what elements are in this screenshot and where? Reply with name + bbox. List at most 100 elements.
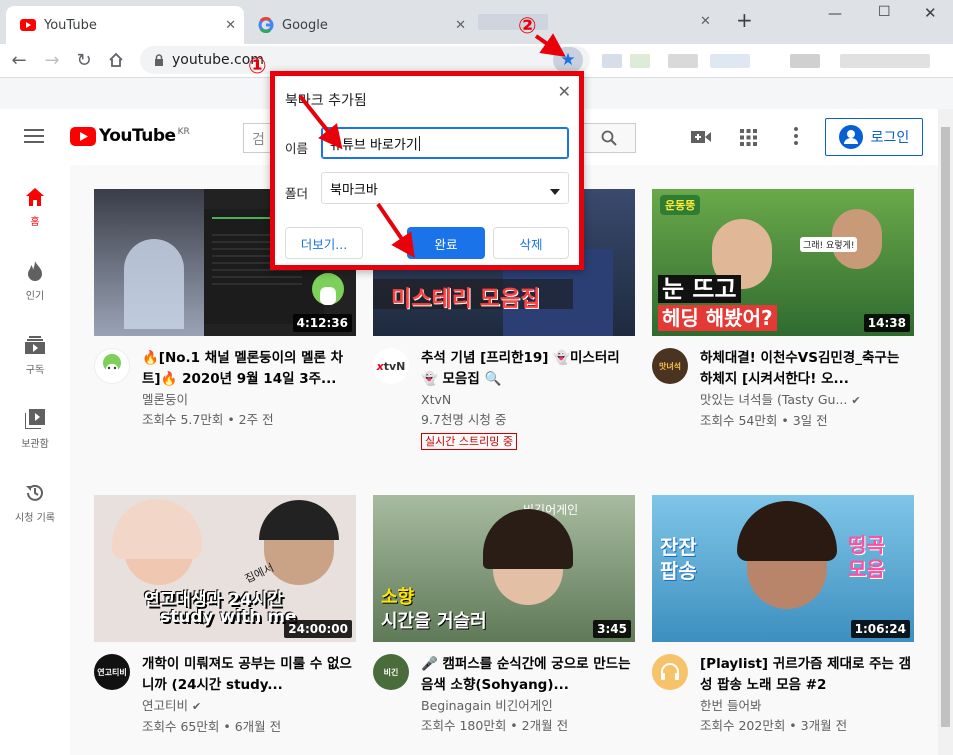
channel-name-text: 연고티비	[142, 698, 189, 713]
forward-icon[interactable]: →	[38, 46, 66, 74]
video-title[interactable]: 개학이 미뤄져도 공부는 미룰 수 없으니까 (24시간 study...	[142, 654, 356, 696]
sidebar-label: 보관함	[21, 439, 49, 450]
thumbnail-text: 헤딩 해봤어?	[658, 305, 777, 331]
blurred-extension	[710, 54, 750, 68]
folder-value: 북마크바	[330, 182, 378, 198]
blurred-extension	[790, 54, 820, 68]
sidebar-item-home[interactable]: 홈	[0, 187, 70, 228]
video-title[interactable]: [Playlist] 귀르가즘 제대로 주는 갬성 팝송 노래 모음 #2	[700, 654, 914, 696]
video-card[interactable]: 운동뚱 그래! 요렇게! 눈 뜨고 헤딩 해봤어? 14:38 맛녀석 하체대결…	[652, 189, 914, 431]
dialog-title: 북마크 추가됨	[285, 93, 367, 109]
blurred-extension	[630, 54, 650, 68]
tab-close-icon[interactable]: ✕	[225, 18, 236, 33]
youtube-logo[interactable]: YouTube KR	[70, 127, 190, 146]
login-label: 로그인	[870, 130, 910, 146]
sidebar-item-library[interactable]: 보관함	[0, 409, 70, 450]
channel-avatar[interactable]: x tvN	[373, 348, 409, 384]
browser-tab-strip: YouTube ✕ Google ✕ ✕ + — ☐ ✕	[0, 0, 953, 44]
apps-icon[interactable]	[740, 129, 757, 150]
video-thumbnail[interactable]: 운동뚱 그래! 요렇게! 눈 뜨고 헤딩 해봤어? 14:38	[652, 189, 914, 336]
channel-avatar[interactable]	[652, 654, 688, 690]
minimize-button[interactable]: —	[828, 6, 842, 22]
search-button[interactable]	[582, 123, 636, 153]
tab-google[interactable]: Google ✕	[244, 6, 474, 44]
channel-name[interactable]: 맛있는 녀석들 (Tasty Gu... ✔	[700, 390, 914, 411]
scrollbar-thumb[interactable]	[941, 127, 950, 727]
fire-icon	[28, 261, 42, 281]
tab-youtube[interactable]: YouTube ✕	[6, 6, 244, 44]
channel-name-text: 맛있는 녀석들 (Tasty Gu...	[700, 392, 848, 407]
maximize-button[interactable]: ☐	[878, 4, 891, 20]
channel-name[interactable]: 멜론둥이	[142, 390, 356, 410]
close-icon[interactable]: ✕	[558, 82, 571, 101]
video-title[interactable]: 🔥[No.1 채널 멜론둥이의 멜론 차트]🔥 2020년 9월 14일 3주.…	[142, 348, 356, 390]
tab-close-icon[interactable]: ✕	[455, 18, 466, 33]
thumbnail-text: 소향	[381, 587, 415, 608]
done-button[interactable]: 완료	[407, 227, 485, 259]
tab-close-icon[interactable]: ✕	[700, 14, 711, 29]
more-button[interactable]: 더보기...	[285, 227, 363, 259]
video-views: 조회수 202만회 • 3개월 전	[700, 718, 848, 733]
channel-avatar[interactable]: 연고티비	[94, 654, 130, 690]
menu-icon[interactable]	[24, 128, 44, 148]
blurred-extension	[840, 54, 930, 68]
channel-name[interactable]: XtvN	[421, 390, 635, 410]
verified-icon: ✔	[192, 700, 202, 713]
bookmark-dialog: 북마크 추가됨 ✕ 이름 유튜브 바로가기 폴더 북마크바 더보기... 완료 …	[270, 71, 584, 270]
home-icon	[26, 188, 44, 206]
home-button-icon[interactable]	[102, 46, 130, 74]
window-close-button[interactable]: ✕	[924, 4, 937, 22]
video-title[interactable]: 추석 기념 [프리한19] 👻미스터리👻 모음집 🔍	[421, 348, 635, 390]
video-title[interactable]: 🎤 캠퍼스를 순식간에 궁으로 만드는 음색 소향(Sohyang)...	[421, 654, 635, 696]
blurred-extension	[668, 54, 698, 68]
channel-avatar[interactable]: 맛녀석	[652, 348, 688, 384]
new-tab-button[interactable]: +	[736, 8, 753, 32]
back-icon[interactable]: ←	[5, 46, 33, 74]
channel-avatar[interactable]: 비긴	[373, 654, 409, 690]
library-icon	[25, 409, 45, 429]
channel-name[interactable]: 연고티비 ✔	[142, 696, 356, 717]
settings-more-icon[interactable]	[794, 127, 798, 149]
folder-select[interactable]: 북마크바	[321, 172, 569, 204]
video-duration: 3:45	[593, 620, 631, 638]
bookmark-star-icon[interactable]: ★	[553, 47, 583, 73]
video-duration: 4:12:36	[292, 314, 352, 332]
channel-name[interactable]: Beginagain 비긴어게인	[421, 696, 635, 716]
thumbnail-note: 집에서	[242, 561, 276, 586]
sidebar-label: 시청 기록	[15, 513, 55, 524]
create-video-icon[interactable]	[691, 129, 711, 148]
video-thumbnail[interactable]: 잔잔 팝송 띵곡 모음 1:06:24	[652, 495, 914, 642]
thumbnail-text: 띵곡 모음	[848, 533, 885, 581]
video-title[interactable]: 하체대결! 이천수VS김민경_축구는 하체지 [시켜서한다! 오...	[700, 348, 914, 390]
channel-name[interactable]: 한번 들어봐	[700, 696, 914, 716]
video-views: 조회수 180만회 • 2개월 전	[421, 718, 569, 733]
video-thumbnail[interactable]: 비긴어게인 소향 시간을 거슬러 3:45	[373, 495, 635, 642]
sidebar-item-trending[interactable]: 인기	[0, 261, 70, 302]
sidebar-item-history[interactable]: 시청 기록	[0, 483, 70, 524]
video-card[interactable]: 집에서 연고대생과 24시간 study with me 24:00:00 연고…	[94, 495, 356, 737]
address-bar[interactable]: youtube.com	[140, 46, 590, 74]
folder-label: 폴더	[285, 186, 309, 201]
thumbnail-text: 눈 뜨고	[658, 275, 741, 303]
logo-region: KR	[177, 127, 190, 137]
annotation-step-1: ①	[248, 54, 267, 79]
login-button[interactable]: 로그인	[825, 118, 923, 156]
blurred-extension	[602, 54, 622, 68]
sidebar-item-subscriptions[interactable]: 구독	[0, 335, 70, 376]
delete-button[interactable]: 삭제	[493, 227, 569, 259]
youtube-favicon-icon	[20, 17, 36, 33]
sidebar-label: 구독	[25, 365, 45, 376]
thumbnail-text: 잔잔 팝송	[660, 535, 697, 583]
annotation-step-2: ②	[518, 14, 537, 39]
sidebar-label: 인기	[25, 291, 45, 302]
reload-icon[interactable]: ↻	[70, 46, 98, 74]
tab-title: YouTube	[44, 17, 97, 33]
thumbnail-sticker: 운동뚱	[660, 195, 701, 215]
channel-avatar[interactable]	[94, 348, 130, 384]
video-thumbnail[interactable]: 집에서 연고대생과 24시간 study with me 24:00:00	[94, 495, 356, 642]
video-card[interactable]: 비긴어게인 소향 시간을 거슬러 3:45 비긴 🎤 캠퍼스를 순식간에 궁으로…	[373, 495, 635, 736]
bookmark-name-input[interactable]: 유튜브 바로가기	[321, 127, 569, 159]
video-card[interactable]: 잔잔 팝송 띵곡 모음 1:06:24 [Playlist] 귀르가즘 제대로 …	[652, 495, 914, 736]
search-icon	[601, 130, 617, 146]
history-icon	[26, 484, 43, 501]
